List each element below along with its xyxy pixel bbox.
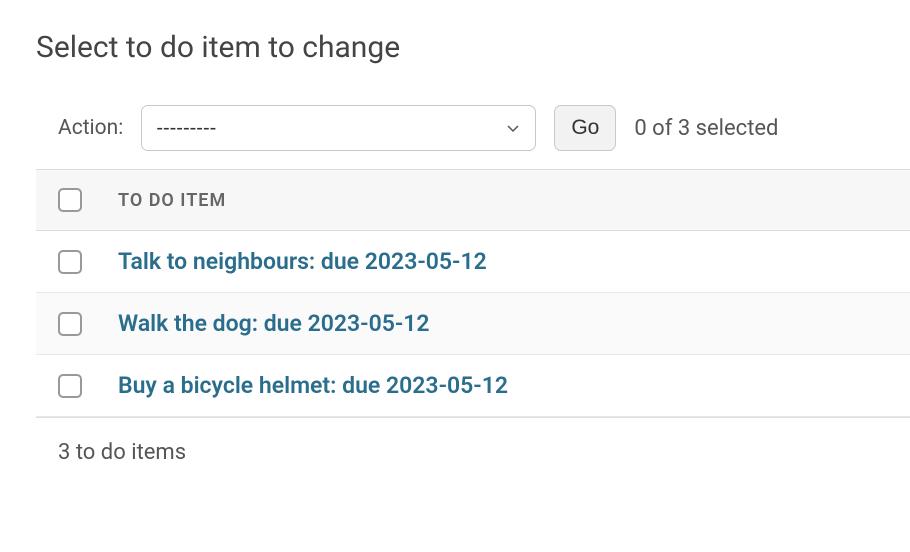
item-link[interactable]: Talk to neighbours: due 2023-05-12: [118, 248, 487, 275]
table-row: Talk to neighbours: due 2023-05-12: [36, 231, 910, 293]
selection-count: 0 of 3 selected: [634, 116, 778, 141]
column-header-item[interactable]: TO DO ITEM: [118, 170, 910, 231]
row-checkbox[interactable]: [58, 312, 82, 336]
action-label: Action:: [58, 116, 123, 140]
action-select[interactable]: ---------: [141, 105, 536, 151]
actions-bar: Action: --------- Go 0 of 3 selected: [36, 105, 910, 151]
table-row: Walk the dog: due 2023-05-12: [36, 293, 910, 355]
table-row: Buy a bicycle helmet: due 2023-05-12: [36, 355, 910, 417]
footer-count: 3 to do items: [36, 417, 910, 465]
changelist-table: TO DO ITEM Talk to neighbours: due 2023-…: [36, 169, 910, 417]
go-button[interactable]: Go: [554, 105, 616, 151]
row-checkbox[interactable]: [58, 374, 82, 398]
row-checkbox[interactable]: [58, 250, 82, 274]
changelist-header: TO DO ITEM: [36, 170, 910, 231]
page-title: Select to do item to change: [36, 30, 910, 65]
select-all-checkbox[interactable]: [58, 188, 82, 212]
item-link[interactable]: Buy a bicycle helmet: due 2023-05-12: [118, 372, 508, 399]
item-link[interactable]: Walk the dog: due 2023-05-12: [118, 310, 430, 337]
